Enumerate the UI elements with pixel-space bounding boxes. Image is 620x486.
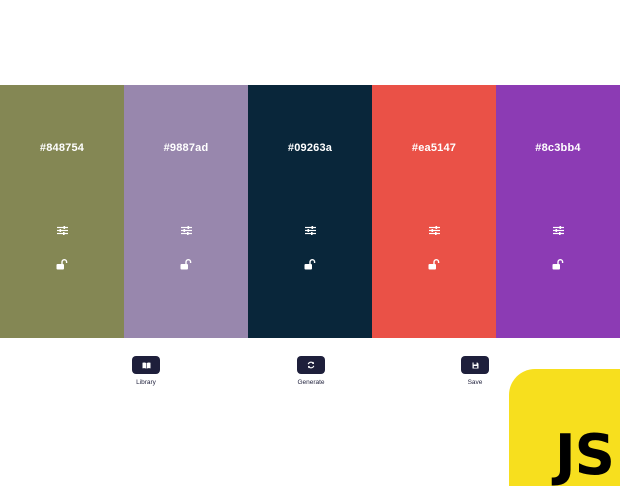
js-logo: JS (509, 369, 620, 486)
hex-code[interactable]: #9887ad (124, 142, 248, 154)
floppy-disk-icon (472, 362, 478, 368)
swatch-4[interactable]: #ea5147 (372, 85, 496, 338)
save-button[interactable] (461, 356, 489, 374)
save-label: Save (467, 379, 483, 386)
unlock-icon[interactable] (427, 257, 441, 271)
generate-label: Generate (297, 379, 325, 386)
unlock-icon[interactable] (179, 257, 193, 271)
hex-code[interactable]: #ea5147 (372, 142, 496, 154)
generate-tool: Generate (281, 356, 341, 386)
sliders-icon[interactable] (179, 223, 193, 237)
js-logo-text: JS (554, 423, 615, 486)
swatch-3[interactable]: #09263a (248, 85, 372, 338)
hex-code[interactable]: #09263a (248, 142, 372, 154)
sliders-icon[interactable] (427, 223, 441, 237)
swatch-1[interactable]: #848754 (0, 85, 124, 338)
sliders-icon[interactable] (303, 223, 317, 237)
page: #848754 #9887ad #09263a #ea5147 #8c3bb4 … (0, 0, 620, 486)
swatch-5[interactable]: #8c3bb4 (496, 85, 620, 338)
swatch-2[interactable]: #9887ad (124, 85, 248, 338)
library-button[interactable] (132, 356, 160, 374)
unlock-icon[interactable] (55, 257, 69, 271)
book-icon (142, 362, 150, 369)
library-label: Library (136, 379, 156, 386)
color-palette: #848754 #9887ad #09263a #ea5147 #8c3bb4 (0, 85, 620, 338)
sliders-icon[interactable] (55, 223, 69, 237)
hex-code[interactable]: #8c3bb4 (496, 142, 620, 154)
hex-code[interactable]: #848754 (0, 142, 124, 154)
unlock-icon[interactable] (551, 257, 565, 271)
refresh-icon (307, 361, 315, 369)
library-tool: Library (116, 356, 176, 386)
save-tool: Save (445, 356, 505, 386)
sliders-icon[interactable] (551, 223, 565, 237)
unlock-icon[interactable] (303, 257, 317, 271)
generate-button[interactable] (297, 356, 325, 374)
